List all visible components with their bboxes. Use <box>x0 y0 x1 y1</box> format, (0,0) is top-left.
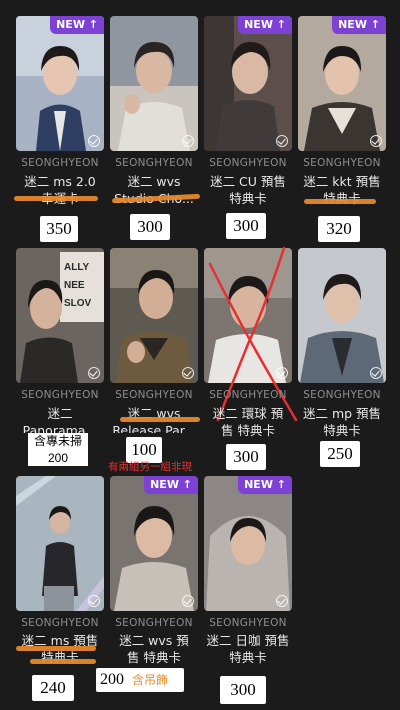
photocard-image <box>16 476 104 611</box>
card-title[interactable]: 迷二 Panorama... <box>12 405 108 433</box>
card-title[interactable]: 迷二 wvs 預 售 特典卡 <box>106 632 202 666</box>
card-4[interactable]: NEW ↑ <box>298 16 386 151</box>
price-label: 300 <box>130 214 170 240</box>
highlight-stroke <box>16 646 96 651</box>
artist-name: SEONGHYEON <box>209 389 287 401</box>
price-label: 300 <box>220 676 266 704</box>
artist-name: SEONGHYEON <box>115 389 193 401</box>
checkmark-icon[interactable] <box>370 367 382 379</box>
price-label: 300 <box>226 444 266 470</box>
artist-name: SEONGHYEON <box>21 157 99 169</box>
new-badge: NEW ↑ <box>144 476 198 494</box>
photocard-image <box>110 476 198 611</box>
price-label: 240 <box>32 675 74 701</box>
card-10[interactable]: NEW ↑ <box>110 476 198 611</box>
checkmark-icon[interactable] <box>276 595 288 607</box>
card-2[interactable] <box>110 16 198 151</box>
checkmark-icon[interactable] <box>182 135 194 147</box>
card-6[interactable] <box>110 248 198 383</box>
artist-name: SEONGHYEON <box>209 617 287 629</box>
artist-name: SEONGHYEON <box>303 157 381 169</box>
artist-name: SEONGHYEON <box>209 157 287 169</box>
new-badge: NEW ↑ <box>238 16 292 34</box>
artist-name: SEONGHYEON <box>115 157 193 169</box>
card-title[interactable]: 迷二 ms 2.0 幸運卡 <box>12 173 108 207</box>
price-note: 含專未掃 <box>28 433 88 450</box>
price-label: 250 <box>320 441 360 467</box>
artist-name: SEONGHYEON <box>21 389 99 401</box>
checkmark-icon[interactable] <box>276 135 288 147</box>
price-group: 200 含吊飾 <box>96 668 184 692</box>
highlight-stroke <box>304 199 376 204</box>
card-9[interactable] <box>16 476 104 611</box>
artist-name: SEONGHYEON <box>21 617 99 629</box>
checkmark-icon[interactable] <box>88 367 100 379</box>
price-label: 300 <box>226 213 266 239</box>
card-5[interactable]: ALLY NEE SLOV <box>16 248 104 383</box>
card-title[interactable]: 迷二 mp 預售 特典卡 <box>294 405 390 439</box>
price-label: 350 <box>40 216 78 242</box>
price-label: 200 <box>100 671 124 688</box>
artist-name: SEONGHYEON <box>303 389 381 401</box>
checkmark-icon[interactable] <box>88 135 100 147</box>
highlight-stroke <box>30 659 96 664</box>
card-11[interactable]: NEW ↑ <box>204 476 292 611</box>
photocard-image <box>110 248 198 383</box>
svg-text:NEE: NEE <box>64 280 85 291</box>
photocard-image <box>204 16 292 151</box>
price-note: 含吊飾 <box>132 673 169 687</box>
card-8[interactable] <box>298 248 386 383</box>
stock-note: 有兩組另一組非現 <box>108 461 192 473</box>
new-badge: NEW ↑ <box>238 476 292 494</box>
checkmark-icon[interactable] <box>370 135 382 147</box>
photocard-image <box>110 16 198 151</box>
highlight-stroke <box>14 196 98 201</box>
svg-text:SLOV: SLOV <box>64 298 92 309</box>
highlight-stroke <box>120 417 200 422</box>
photocard-image <box>16 16 104 151</box>
photocard-image <box>298 248 386 383</box>
photocard-image <box>204 476 292 611</box>
new-badge: NEW ↑ <box>50 16 104 34</box>
card-title[interactable]: 迷二 日咖 預售 特典卡 <box>200 632 296 666</box>
price-label: 320 <box>318 216 360 242</box>
new-badge: NEW ↑ <box>332 16 386 34</box>
card-title[interactable]: 迷二 CU 預售 特典卡 <box>200 173 296 207</box>
card-3[interactable]: NEW ↑ <box>204 16 292 151</box>
checkmark-icon[interactable] <box>182 595 194 607</box>
checkmark-icon[interactable] <box>182 367 194 379</box>
photocard-image: ALLY NEE SLOV <box>16 248 104 383</box>
card-1[interactable]: NEW ↑ <box>16 16 104 151</box>
svg-text:ALLY: ALLY <box>64 262 90 273</box>
price-label: 200 <box>28 450 88 466</box>
artist-name: SEONGHYEON <box>115 617 193 629</box>
photocard-image <box>298 16 386 151</box>
checkmark-icon[interactable] <box>88 595 100 607</box>
card-title[interactable]: 迷二 環球 預 售 特典卡 <box>200 405 296 439</box>
